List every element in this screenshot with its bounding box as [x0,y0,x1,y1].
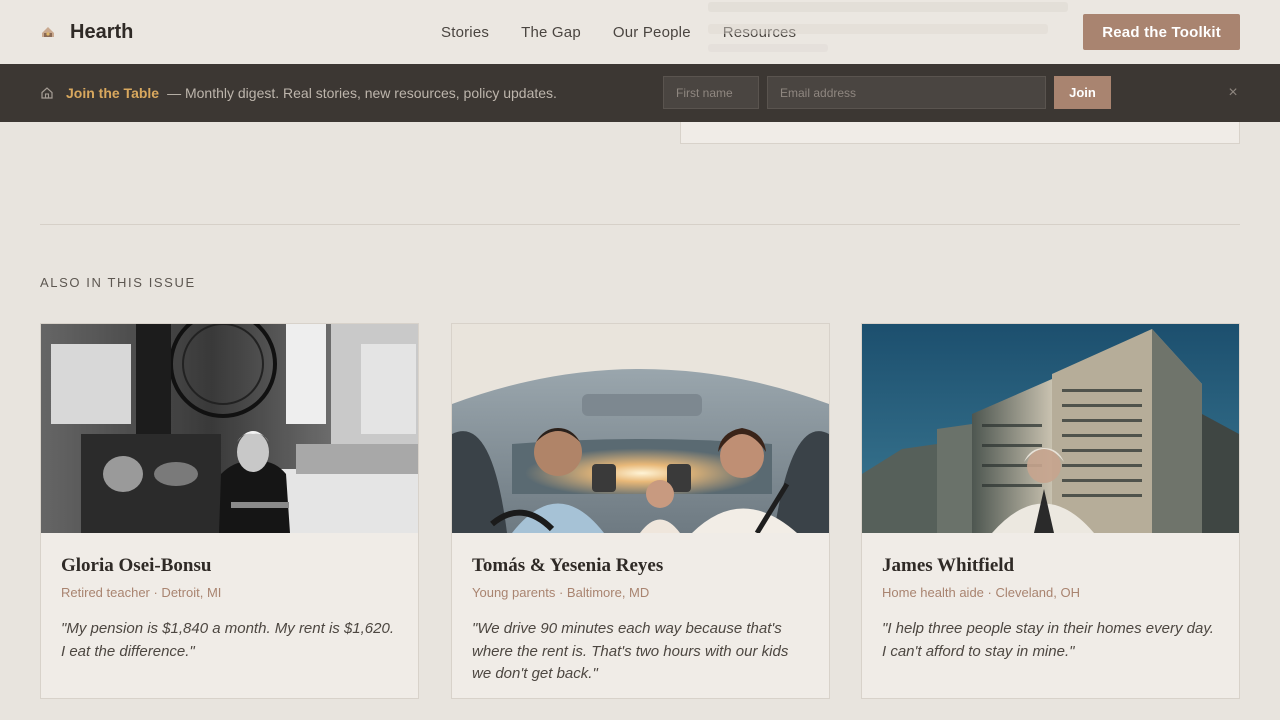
site-header: Hearth Stories The Gap Our People Resour… [0,0,1280,64]
read-toolkit-button[interactable]: Read the Toolkit [1083,14,1240,50]
newsletter-form: First name Email address Join [663,76,1111,109]
story-card[interactable]: James Whitfield Home health aide · Cleve… [861,323,1240,699]
join-button[interactable]: Join [1054,76,1111,109]
hearth-logo-icon [40,24,56,40]
banner-title: Join the Table [66,85,160,101]
newsletter-banner: Join the Table — Monthly digest. Real st… [0,64,1280,122]
close-icon[interactable]: × [1226,85,1240,101]
story-name: James Whitfield [882,555,1015,576]
nav-item-stories[interactable]: Stories [441,24,489,41]
logo-text: Hearth [70,20,134,43]
story-name: Gloria Osei-Bonsu [61,555,212,576]
logo[interactable]: Hearth [40,21,133,44]
story-meta: Retired teacher · Detroit, MI [61,585,222,600]
banner-description: — Monthly digest. Real stories, new reso… [167,85,557,101]
main-nav: Stories The Gap Our People Resources [441,0,796,64]
nav-item-resources[interactable]: Resources [723,24,797,41]
nav-item-the-gap[interactable]: The Gap [521,24,581,41]
story-meta: Young parents · Baltimore, MD [472,585,650,600]
story-quote: "We drive 90 minutes each way because th… [472,620,789,682]
story-quote: "My pension is $1,840 a month. My rent i… [61,620,395,660]
story-card[interactable]: Tomás & Yesenia Reyes Young parents · Ba… [451,323,830,699]
story-photo-kitchen [41,324,418,533]
section-divider [40,224,1240,225]
story-card[interactable]: Gloria Osei-Bonsu Retired teacher · Detr… [40,323,419,699]
story-name: Tomás & Yesenia Reyes [472,555,664,576]
story-meta: Home health aide · Cleveland, OH [882,585,1080,600]
section-label: ALSO IN THIS ISSUE [40,275,196,290]
story-photo-building [862,324,1239,533]
nav-item-our-people[interactable]: Our People [613,24,691,41]
story-quote: "I help three people stay in their homes… [882,620,1214,660]
home-icon [40,86,54,100]
story-photo-car [452,324,829,533]
first-name-field[interactable]: First name [663,76,759,109]
email-field[interactable]: Email address [767,76,1046,109]
